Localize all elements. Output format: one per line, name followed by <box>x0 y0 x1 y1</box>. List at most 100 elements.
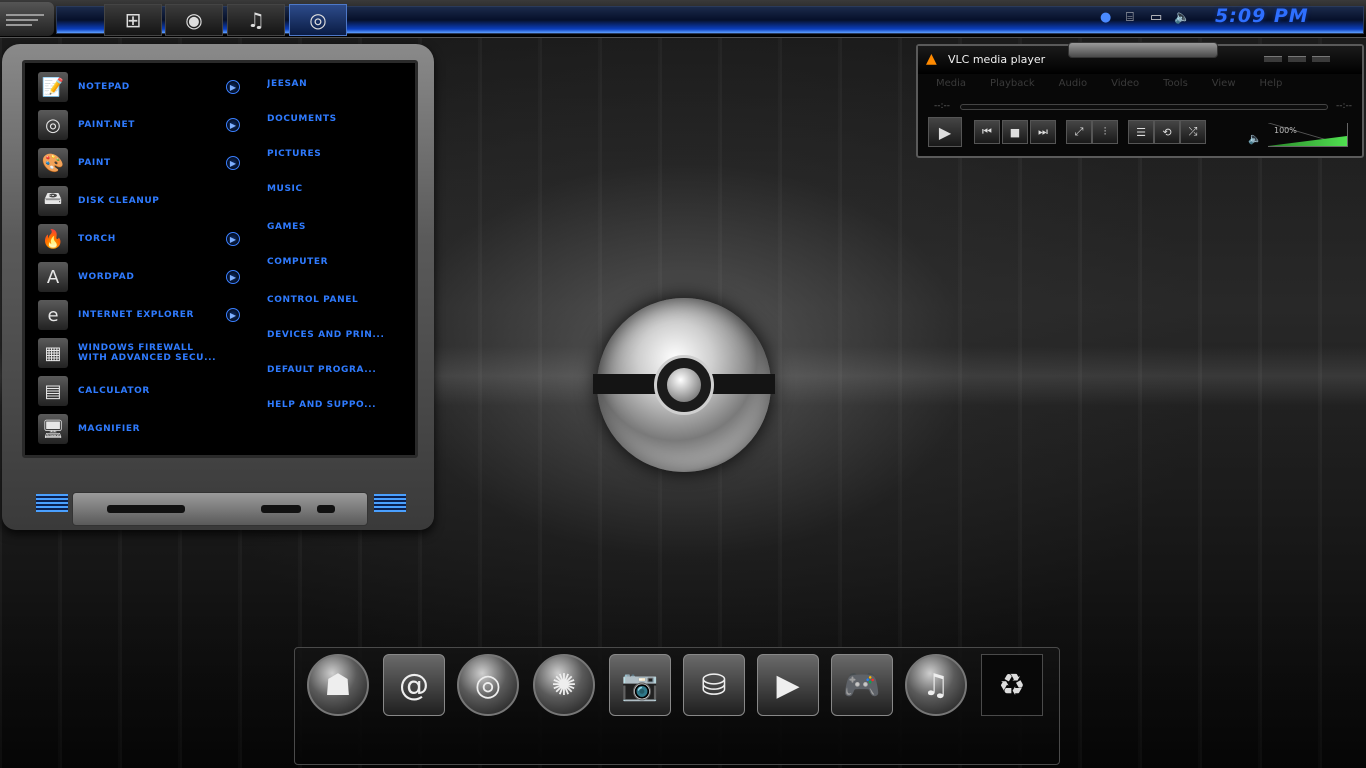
shuffle-button[interactable]: ⤮ <box>1180 120 1206 144</box>
next-button[interactable]: ⏭ <box>1030 120 1056 144</box>
windows-icon: ⊞ <box>124 8 142 32</box>
program-item[interactable]: ◎ PAINT.NET <box>38 108 248 142</box>
left-grille <box>36 494 68 512</box>
fullscreen-button[interactable]: ⤢ <box>1066 120 1092 144</box>
start-button[interactable] <box>0 2 54 36</box>
usb-icon[interactable]: ⌸ <box>1126 10 1134 25</box>
place-item[interactable]: DOCUMENTS <box>267 114 397 124</box>
place-item[interactable]: JEESAN <box>267 79 397 89</box>
dock-item-recycle-bin[interactable]: ♻ <box>981 654 1043 716</box>
place-item[interactable]: HELP AND SUPPO... <box>267 400 397 410</box>
notepad-icon: 📝 <box>38 72 68 102</box>
music-icon: ♫ <box>922 667 950 703</box>
dock-item-drive[interactable]: ⛁ <box>683 654 745 716</box>
extended-settings-button[interactable]: ⫶ <box>1092 120 1118 144</box>
program-label: WINDOWS FIREWALL WITH ADVANCED SECU... <box>78 343 217 363</box>
music-icon: ♫ <box>247 8 265 32</box>
paint-net-icon: ◎ <box>38 110 68 140</box>
prev-icon: ⏮ <box>982 125 992 138</box>
shutdown-slot[interactable] <box>107 505 185 513</box>
volume-icon[interactable]: 🔈 <box>1174 10 1190 25</box>
vlc-menu-tools[interactable]: Tools <box>1163 78 1188 92</box>
recycle-bin-icon: ♻ <box>998 667 1026 703</box>
program-label: WORDPAD <box>78 272 135 282</box>
place-item[interactable]: COMPUTER <box>267 257 397 267</box>
options-slot[interactable] <box>261 505 301 513</box>
taskbar: ⊞ ◉ ♫ ◎ ● ⌸ ▭ 🔈 5:09 PM <box>0 0 1366 38</box>
submenu-arrow-icon[interactable]: ▶ <box>226 308 240 322</box>
taskbar-button-disc[interactable]: ◉ <box>165 4 223 36</box>
taskbar-button-paint-net[interactable]: ◎ <box>289 4 347 36</box>
minimize-button[interactable] <box>1264 56 1282 62</box>
vlc-grip[interactable] <box>1068 42 1218 58</box>
program-item[interactable]: e INTERNET EXPLORER <box>38 298 248 332</box>
program-item[interactable]: 🔥 TORCH <box>38 222 248 256</box>
stop-icon: ■ <box>1009 125 1021 139</box>
loop-icon: ⟲ <box>1162 125 1172 139</box>
submenu-arrow-icon[interactable]: ▶ <box>226 80 240 94</box>
maximize-button[interactable] <box>1288 56 1306 62</box>
place-item[interactable]: CONTROL PANEL <box>267 295 397 305</box>
start-menu-bottom-panel <box>72 492 368 526</box>
play-button[interactable]: ▶ <box>928 117 962 147</box>
display-icon[interactable]: ▭ <box>1150 10 1162 25</box>
clock[interactable]: 5:09 PM <box>1215 5 1345 29</box>
program-item[interactable]: ▦ WINDOWS FIREWALL WITH ADVANCED SECU... <box>38 336 248 370</box>
extended-settings-icon: ⫶ <box>1103 125 1107 138</box>
loop-button[interactable]: ⟲ <box>1154 120 1180 144</box>
taskbar-button-music[interactable]: ♫ <box>227 4 285 36</box>
dock-item-music[interactable]: ♫ <box>905 654 967 716</box>
prev-button[interactable]: ⏮ <box>974 120 1000 144</box>
firewall-icon: ▦ <box>38 338 68 368</box>
program-label: MAGNIFIER <box>78 424 141 434</box>
disc-hub <box>654 355 714 415</box>
taskbar-button-windows[interactable]: ⊞ <box>104 4 162 36</box>
vlc-menu-media[interactable]: Media <box>936 78 966 92</box>
dock-item-photos[interactable]: 📷 <box>609 654 671 716</box>
place-item[interactable]: DEVICES AND PRIN... <box>267 330 397 340</box>
vlc-cone-icon: ▲ <box>926 51 937 67</box>
program-item[interactable]: 🖥 MAGNIFIER <box>38 412 248 446</box>
torch-icon: 🔥 <box>38 224 68 254</box>
program-item[interactable]: 🖴 DISK CLEANUP <box>38 184 248 218</box>
dock-item-mail[interactable]: @ <box>383 654 445 716</box>
playlist-button[interactable]: ☰ <box>1128 120 1154 144</box>
submenu-arrow-icon[interactable]: ▶ <box>226 118 240 132</box>
program-item[interactable]: ▤ CALCULATOR <box>38 374 248 408</box>
vlc-titlebar[interactable]: ▲ VLC media player <box>918 42 1362 74</box>
power-slot[interactable] <box>317 505 335 513</box>
network-globe-icon[interactable]: ● <box>1100 10 1111 25</box>
dock-item-widgets[interactable]: ✺ <box>533 654 595 716</box>
stop-button[interactable]: ■ <box>1002 120 1028 144</box>
volume-percent: 100% <box>1274 126 1297 135</box>
total-time: --:-- <box>1336 101 1353 111</box>
widgets-icon: ✺ <box>551 667 577 703</box>
program-label: INTERNET EXPLORER <box>78 310 195 320</box>
vlc-menu-video[interactable]: Video <box>1111 78 1139 92</box>
program-item[interactable]: 📝 NOTEPAD <box>38 70 248 104</box>
place-item[interactable]: DEFAULT PROGRA... <box>267 365 397 375</box>
vlc-menu-view[interactable]: View <box>1212 78 1236 92</box>
dock-item-horde-emblem[interactable]: ☗ <box>307 654 369 716</box>
place-item[interactable]: PICTURES <box>267 149 397 159</box>
photos-icon: 📷 <box>621 667 659 703</box>
dock-item-gamepad[interactable]: 🎮 <box>831 654 893 716</box>
dock-item-video-player[interactable]: ▶ <box>757 654 819 716</box>
submenu-arrow-icon[interactable]: ▶ <box>226 232 240 246</box>
place-item[interactable]: MUSIC <box>267 184 397 194</box>
program-item[interactable]: 🎨 PAINT <box>38 146 248 180</box>
seek-bar[interactable] <box>960 104 1328 110</box>
dock-item-dvd[interactable]: ◎ <box>457 654 519 716</box>
place-item[interactable]: GAMES <box>267 222 397 232</box>
submenu-arrow-icon[interactable]: ▶ <box>226 270 240 284</box>
program-item[interactable]: A WORDPAD <box>38 260 248 294</box>
vlc-menu-help[interactable]: Help <box>1260 78 1283 92</box>
video-player-icon: ▶ <box>776 667 800 703</box>
disc-icon: ◉ <box>185 8 203 32</box>
submenu-arrow-icon[interactable]: ▶ <box>226 156 240 170</box>
vlc-menu-audio[interactable]: Audio <box>1059 78 1087 92</box>
vlc-volume-icon[interactable]: 🔈 <box>1248 132 1262 145</box>
vlc-menu-playback[interactable]: Playback <box>990 78 1035 92</box>
close-button[interactable] <box>1312 56 1330 62</box>
program-label: NOTEPAD <box>78 82 130 92</box>
